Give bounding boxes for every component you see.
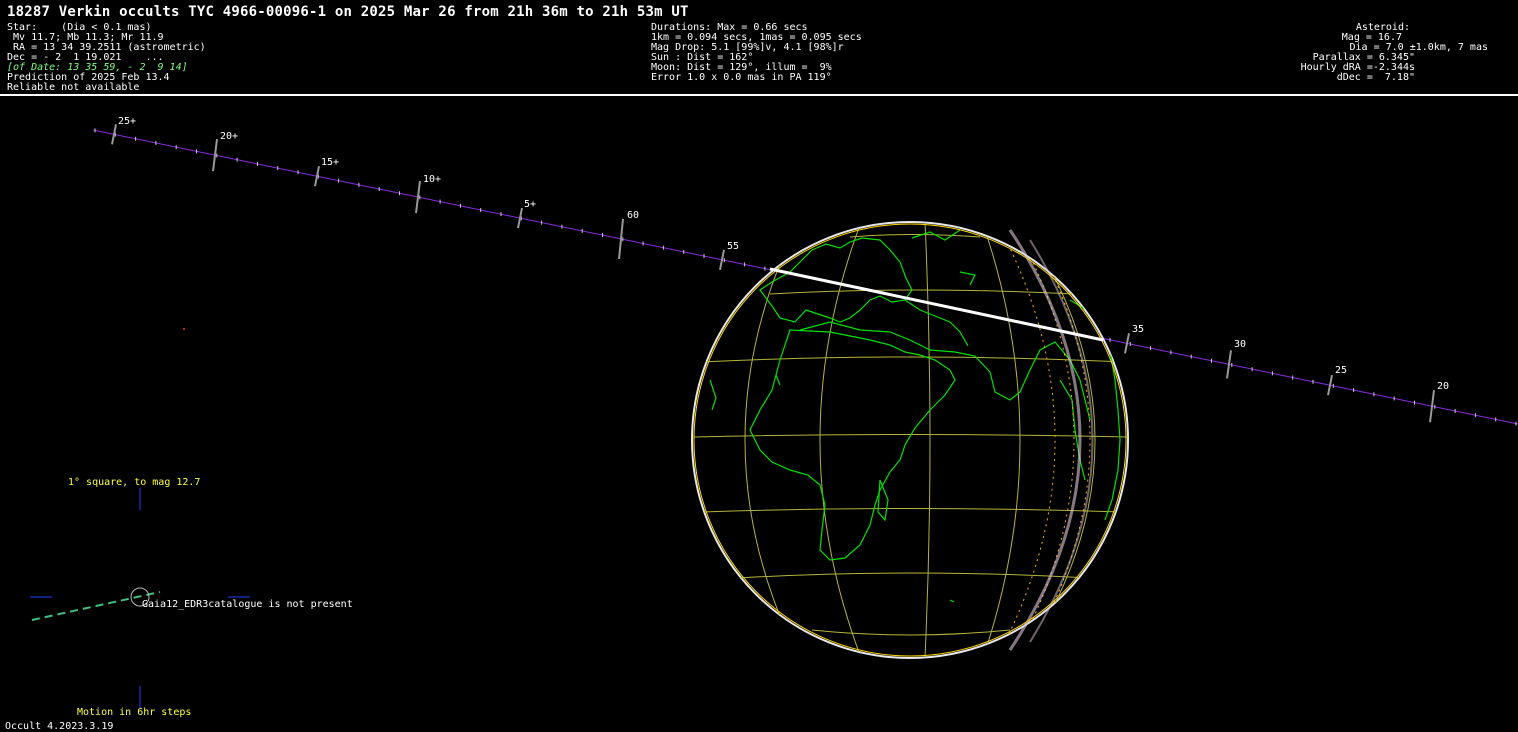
catalogue-notice: Gaia12_EDR3catalogue is not present [142, 599, 353, 610]
track-label-before: 5+ [524, 199, 537, 210]
track-label-before: 60 [627, 210, 640, 221]
finder-chart [30, 488, 250, 708]
occultation-plot [30, 124, 1518, 708]
track-label-after: 20 [1437, 381, 1450, 392]
track-label-before: 15+ [321, 157, 340, 168]
version-label: Occult 4.2023.3.19 [5, 721, 114, 732]
track-label-before: 10+ [423, 174, 442, 185]
track-label-after: 35 [1132, 324, 1145, 335]
track-label-after: 30 [1234, 339, 1247, 350]
motion-label: Motion in 6hr steps [77, 707, 192, 718]
finder-title: 1° square, to mag 12.7 [68, 477, 201, 488]
track-label-before: 25+ [118, 116, 137, 127]
track-label-after: 25 [1335, 365, 1348, 376]
track-label-before: 55 [727, 241, 740, 252]
earth-globe [691, 221, 1129, 659]
track-label-before: 20+ [220, 131, 239, 142]
marker-dot [183, 328, 185, 330]
